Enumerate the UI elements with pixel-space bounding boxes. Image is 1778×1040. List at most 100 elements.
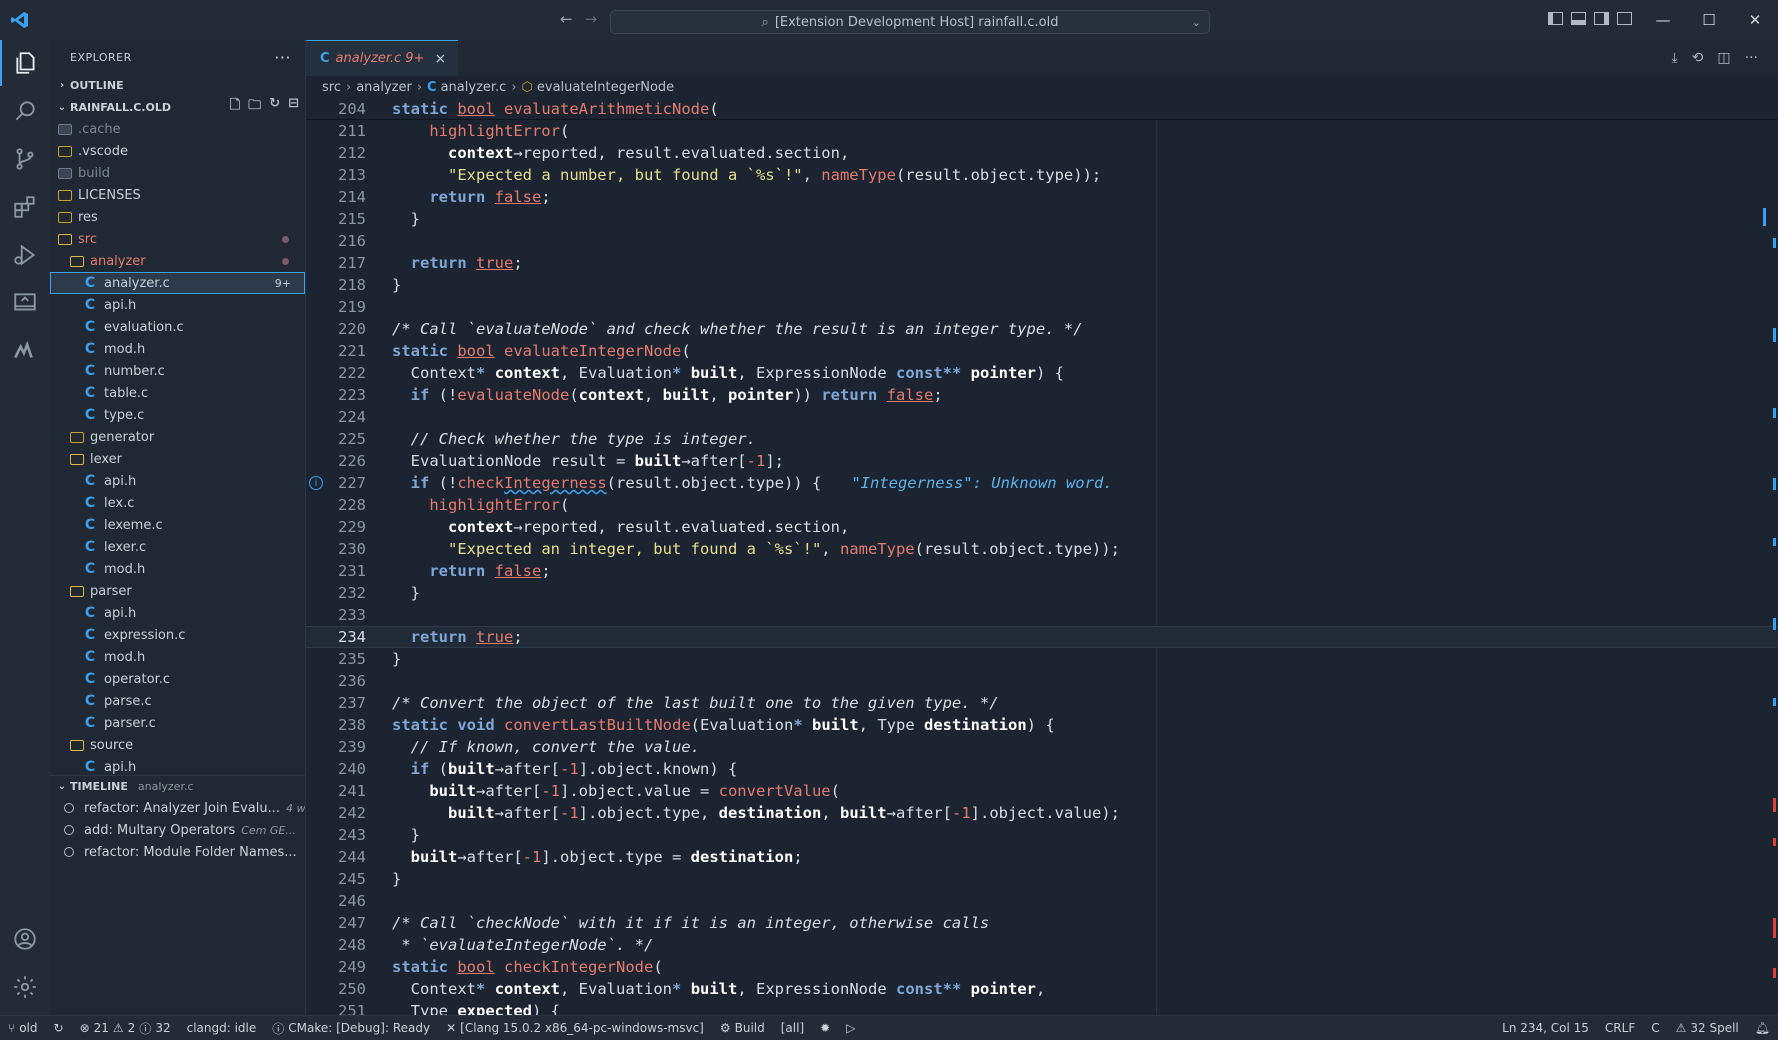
tree-item[interactable]: source bbox=[50, 734, 305, 756]
clangd-status[interactable]: clangd: idle bbox=[179, 1021, 265, 1035]
tree-item[interactable]: Ctable.c bbox=[50, 382, 305, 404]
code-line[interactable]: 220 /* Call `evaluateNode` and check whet… bbox=[306, 318, 1778, 340]
info-icon[interactable]: i bbox=[309, 476, 323, 490]
code-line[interactable]: 243 } bbox=[306, 824, 1778, 846]
chevron-down-icon[interactable]: ⌄ bbox=[1192, 16, 1201, 29]
code-line[interactable]: 228 highlightError( bbox=[306, 494, 1778, 516]
more-actions-icon[interactable]: ··· bbox=[1745, 50, 1758, 66]
toggle-secondary-sidebar-icon[interactable] bbox=[1594, 12, 1609, 25]
tree-item[interactable]: analyzer bbox=[50, 250, 305, 272]
code-line[interactable]: 251 Type expected) { bbox=[306, 1000, 1778, 1015]
tree-item[interactable]: LICENSES bbox=[50, 184, 305, 206]
code-line[interactable]: 226 EvaluationNode result = built→after[… bbox=[306, 450, 1778, 472]
cursor-position[interactable]: Ln 234, Col 15 bbox=[1494, 1021, 1597, 1035]
timeline-item[interactable]: refactor: Module Folder Names... bbox=[50, 841, 305, 863]
code-line[interactable]: 249 static bool checkIntegerNode( bbox=[306, 956, 1778, 978]
cmake-icon[interactable] bbox=[0, 328, 50, 374]
tree-item[interactable]: Clex.c bbox=[50, 492, 305, 514]
eol-indicator[interactable]: CRLF bbox=[1597, 1021, 1643, 1035]
breadcrumb-item[interactable]: analyzer bbox=[356, 80, 412, 95]
debug-button[interactable]: ✹ bbox=[812, 1021, 838, 1035]
problems-indicator[interactable]: ⊗ 21 ⚠ 2 ⓘ 32 bbox=[72, 1020, 179, 1037]
tree-item[interactable]: Cnumber.c bbox=[50, 360, 305, 382]
code-line[interactable]: 235} bbox=[306, 648, 1778, 670]
code-line[interactable]: 219 bbox=[306, 296, 1778, 318]
breadcrumb-item[interactable]: evaluateIntegerNode bbox=[537, 80, 674, 95]
code-line[interactable]: 245} bbox=[306, 868, 1778, 890]
tree-item[interactable]: Cmod.h bbox=[50, 646, 305, 668]
tree-item[interactable]: Cmod.h bbox=[50, 338, 305, 360]
cmake-kit[interactable]: ✕ [Clang 15.0.2 x86_64-pc-windows-msvc] bbox=[438, 1021, 712, 1035]
workspace-section-header[interactable]: ⌄ RAINFALL.C.OLD 🗋 🗀 ↻ ⊟ bbox=[50, 96, 305, 118]
tab-analyzer-c[interactable]: C analyzer.c 9+ × bbox=[306, 40, 459, 76]
timeline-item[interactable]: add: Multary Operators Cem GE... bbox=[50, 819, 305, 841]
code-line[interactable]: 231 return false; bbox=[306, 560, 1778, 582]
notifications-button[interactable]: 🔔︎ bbox=[1747, 1021, 1778, 1035]
branch-indicator[interactable]: ⑂ old bbox=[0, 1021, 46, 1035]
collapse-all-icon[interactable]: ⊟ bbox=[288, 96, 299, 118]
run-debug-icon[interactable] bbox=[0, 232, 50, 278]
tree-item[interactable]: Cparse.c bbox=[50, 690, 305, 712]
tree-item[interactable]: src bbox=[50, 228, 305, 250]
code-line[interactable]: 232 } bbox=[306, 582, 1778, 604]
tree-item[interactable]: Clexeme.c bbox=[50, 514, 305, 536]
maximize-icon[interactable]: ☐ bbox=[1686, 0, 1732, 40]
build-button[interactable]: ⚙ Build bbox=[712, 1021, 773, 1035]
tree-item[interactable]: Capi.h bbox=[50, 602, 305, 624]
code-line[interactable]: 224 bbox=[306, 406, 1778, 428]
search-activity-icon[interactable] bbox=[0, 88, 50, 134]
new-file-icon[interactable]: 🗋 bbox=[230, 96, 240, 118]
code-line[interactable]: 239 // If known, convert the value. bbox=[306, 736, 1778, 758]
close-icon[interactable]: ✕ bbox=[1732, 0, 1778, 40]
timeline-item[interactable]: refactor: Analyzer Join Evalu... 4 wks bbox=[50, 797, 305, 819]
code-line[interactable]: 217 return true; bbox=[306, 252, 1778, 274]
code-line[interactable]: 215 } bbox=[306, 208, 1778, 230]
settings-gear-icon[interactable] bbox=[0, 964, 50, 1010]
code-editor[interactable]: 204 static bool evaluateArithmeticNode( 2… bbox=[306, 98, 1778, 1015]
toggle-panel-icon[interactable] bbox=[1571, 12, 1586, 25]
code-line[interactable]: 247 /* Call `checkNode` with it if it is … bbox=[306, 912, 1778, 934]
split-editor-icon[interactable]: ◫ bbox=[1717, 50, 1730, 66]
language-mode[interactable]: C bbox=[1643, 1021, 1667, 1035]
tree-item[interactable]: parser bbox=[50, 580, 305, 602]
tree-item[interactable]: Capi.h bbox=[50, 470, 305, 492]
code-line[interactable]: i 227 if (!checkIntegerness(result.object… bbox=[306, 472, 1778, 494]
tree-item[interactable]: Capi.h bbox=[50, 756, 305, 775]
code-line[interactable]: 241 built→after[-1].object.value = conve… bbox=[306, 780, 1778, 802]
breadcrumb-item[interactable]: analyzer.c bbox=[441, 80, 507, 95]
outline-section-header[interactable]: › OUTLINE bbox=[50, 74, 305, 96]
spell-indicator[interactable]: ⚠ 32 Spell bbox=[1668, 1021, 1747, 1035]
code-line[interactable]: 248 * `evaluateIntegerNode`. */ bbox=[306, 934, 1778, 956]
cmake-status[interactable]: ⓘ CMake: [Debug]: Ready bbox=[264, 1020, 438, 1037]
breadcrumb-item[interactable]: src bbox=[322, 80, 341, 95]
code-line[interactable]: 250 Context* context, Evaluation* built,… bbox=[306, 978, 1778, 1000]
code-line[interactable]: 225 // Check whether the type is integer… bbox=[306, 428, 1778, 450]
new-folder-icon[interactable]: 🗀 bbox=[248, 96, 261, 118]
tree-item[interactable]: Coperator.c bbox=[50, 668, 305, 690]
run-button[interactable]: ▷ bbox=[838, 1021, 863, 1035]
remote-explorer-icon[interactable] bbox=[0, 280, 50, 326]
tree-item[interactable]: generator bbox=[50, 426, 305, 448]
code-line[interactable]: 213 "Expected a number, but found a `%s`… bbox=[306, 164, 1778, 186]
forward-arrow-icon[interactable]: → bbox=[585, 10, 598, 28]
tree-item[interactable]: Cmod.h bbox=[50, 558, 305, 580]
build-target[interactable]: [all] bbox=[773, 1021, 812, 1035]
code-line[interactable]: 230 "Expected an integer, but found a `%… bbox=[306, 538, 1778, 560]
code-line[interactable]: 238 static void convertLastBuiltNode(Eval… bbox=[306, 714, 1778, 736]
tree-item[interactable]: build bbox=[50, 162, 305, 184]
tree-item[interactable]: .cache bbox=[50, 118, 305, 140]
code-line[interactable]: 216 bbox=[306, 230, 1778, 252]
tree-item[interactable]: Capi.h bbox=[50, 294, 305, 316]
tree-item[interactable]: Ctype.c bbox=[50, 404, 305, 426]
tree-item[interactable]: Cexpression.c bbox=[50, 624, 305, 646]
back-arrow-icon[interactable]: ← bbox=[560, 10, 573, 28]
tree-item[interactable]: Cparser.c bbox=[50, 712, 305, 734]
tree-item[interactable]: Canalyzer.c 9+ bbox=[50, 272, 305, 294]
close-tab-icon[interactable]: × bbox=[434, 51, 446, 67]
tree-item[interactable]: .vscode bbox=[50, 140, 305, 162]
tree-item[interactable]: Clexer.c bbox=[50, 536, 305, 558]
sync-button[interactable]: ↻ bbox=[46, 1021, 72, 1035]
code-line[interactable]: 222 Context* context, Evaluation* built,… bbox=[306, 362, 1778, 384]
code-line[interactable]: 237 /* Convert the object of the last bui… bbox=[306, 692, 1778, 714]
explorer-icon[interactable] bbox=[0, 40, 50, 86]
